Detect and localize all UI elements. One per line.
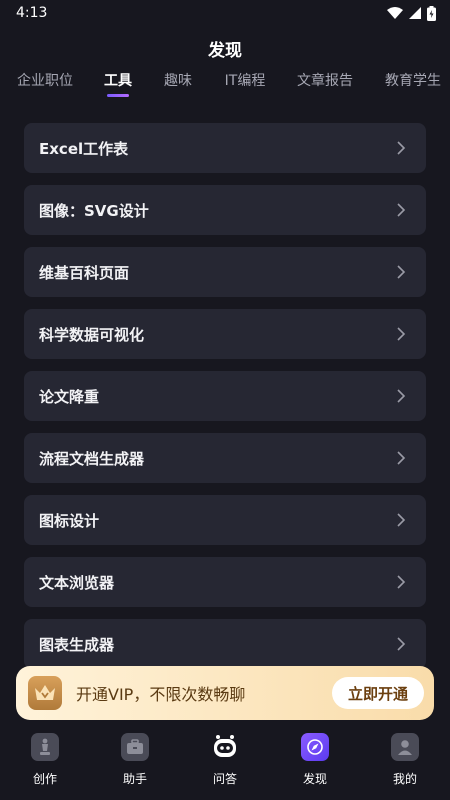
chevron-right-icon	[397, 265, 406, 279]
nav-label: 发现	[302, 772, 327, 786]
compass-icon	[301, 733, 329, 761]
user-icon	[391, 733, 419, 761]
list-item-label: 图像：SVG设计	[39, 201, 149, 220]
vip-banner-text: 开通VIP，不限次数畅聊	[76, 685, 246, 704]
tab-article-reports[interactable]: 文章报告	[297, 70, 353, 90]
list-item-label: Excel工作表	[39, 139, 129, 158]
tab-tools[interactable]: 工具	[104, 70, 132, 97]
nav-label: 助手	[122, 772, 147, 786]
briefcase-icon	[121, 733, 149, 761]
list-item-label: 图标设计	[39, 511, 100, 530]
list-item-label: 流程文档生成器	[39, 449, 145, 468]
tab-fun[interactable]: 趣味	[164, 70, 192, 90]
wifi-icon	[387, 7, 403, 19]
list-item-excel[interactable]: Excel工作表	[24, 123, 426, 173]
nav-label: 创作	[32, 772, 57, 786]
list-item-label: 文本浏览器	[39, 573, 115, 592]
tab-tools-label: 工具	[104, 73, 132, 89]
nav-item-qa[interactable]: 问答	[180, 724, 270, 800]
tab-enterprise-jobs[interactable]: 企业职位	[17, 70, 73, 90]
chevron-right-icon	[397, 637, 406, 651]
list-item-label: 科学数据可视化	[39, 325, 145, 344]
nav-item-assistant[interactable]: 助手	[90, 724, 180, 800]
list-item-text-browser[interactable]: 文本浏览器	[24, 557, 426, 607]
list-item-label: 维基百科页面	[39, 263, 130, 282]
signal-icon	[409, 7, 421, 19]
list-item-svg-design[interactable]: 图像：SVG设计	[24, 185, 426, 235]
nav-item-me[interactable]: 我的	[360, 724, 450, 800]
list-item-label: 图表生成器	[39, 635, 115, 654]
chess-icon	[31, 733, 59, 761]
battery-icon	[427, 5, 436, 21]
vip-crown-icon	[28, 676, 62, 710]
chevron-right-icon	[397, 327, 406, 341]
tool-list: Excel工作表 图像：SVG设计 维基百科页面 科学数据可视化 论文降重 流程…	[24, 123, 426, 681]
status-time: 4:13	[16, 5, 48, 21]
vip-banner[interactable]: 开通VIP，不限次数畅聊 立即开通	[16, 666, 434, 720]
nav-item-discover[interactable]: 发现	[270, 724, 360, 800]
list-item-icon-design[interactable]: 图标设计	[24, 495, 426, 545]
page-title: 发现	[208, 41, 242, 61]
list-item-data-visualization[interactable]: 科学数据可视化	[24, 309, 426, 359]
chevron-right-icon	[397, 141, 406, 155]
list-item-paper-rewrite[interactable]: 论文降重	[24, 371, 426, 421]
status-icons	[387, 5, 436, 21]
list-item-label: 论文降重	[39, 387, 100, 406]
active-tab-indicator	[107, 94, 129, 97]
status-bar: 4:13	[0, 0, 450, 26]
category-tabs: 企业职位 工具 趣味 IT编程 文章报告 教育学生	[0, 70, 450, 100]
nav-item-create[interactable]: 创作	[0, 724, 90, 800]
list-item-flow-doc-generator[interactable]: 流程文档生成器	[24, 433, 426, 483]
robot-icon	[211, 733, 239, 761]
chevron-right-icon	[397, 203, 406, 217]
chevron-right-icon	[397, 451, 406, 465]
list-item-chart-generator[interactable]: 图表生成器	[24, 619, 426, 669]
vip-subscribe-button[interactable]: 立即开通	[332, 677, 424, 709]
nav-label: 我的	[392, 772, 417, 786]
chevron-right-icon	[397, 389, 406, 403]
chevron-right-icon	[397, 513, 406, 527]
tab-education-students[interactable]: 教育学生	[385, 70, 441, 90]
chevron-right-icon	[397, 575, 406, 589]
list-item-wikipedia[interactable]: 维基百科页面	[24, 247, 426, 297]
bottom-nav: 创作 助手 问答 发现 我的	[0, 724, 450, 800]
tab-it-programming[interactable]: IT编程	[225, 70, 266, 90]
nav-label: 问答	[212, 772, 237, 786]
